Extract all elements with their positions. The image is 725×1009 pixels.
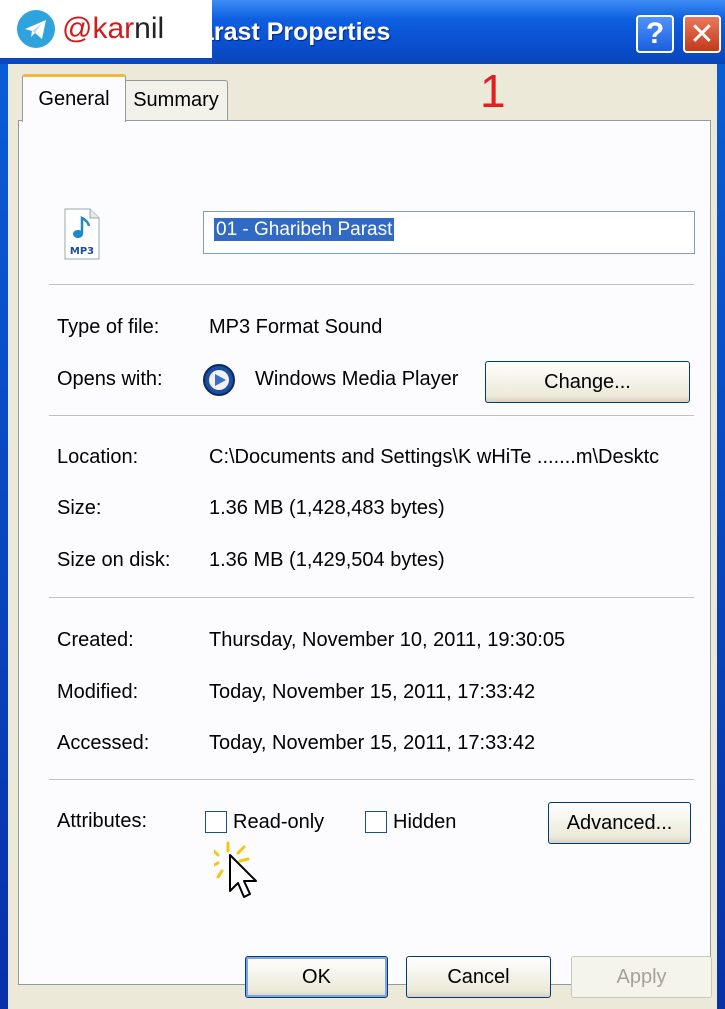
ok-button[interactable]: OK <box>245 956 388 998</box>
tab-general[interactable]: General <box>22 74 126 122</box>
type-of-file-value: MP3 Format Sound <box>209 316 383 338</box>
opens-with-label: Opens with: <box>57 368 163 390</box>
properties-window: arast Properties ? ✕ @karnil Summary Gen… <box>0 0 725 1009</box>
size-label: Size: <box>57 497 102 519</box>
window-title: arast Properties <box>200 18 391 46</box>
help-button[interactable]: ? <box>636 15 674 53</box>
annotation-number: 1 <box>480 65 506 117</box>
separator <box>49 415 694 417</box>
windows-media-player-icon <box>203 364 235 396</box>
telegram-icon <box>17 10 55 48</box>
dialog-client: Summary General 1 MP3 01 - Gharibeh Para… <box>8 64 717 1009</box>
hidden-label[interactable]: Hidden <box>393 811 456 834</box>
read-only-checkbox[interactable] <box>205 811 227 833</box>
close-button[interactable]: ✕ <box>683 15 721 53</box>
read-only-label[interactable]: Read-only <box>233 811 324 834</box>
separator <box>49 779 694 781</box>
mouse-cursor-icon <box>214 841 257 898</box>
file-name-input[interactable]: 01 - Gharibeh Parast <box>203 211 695 254</box>
separator <box>49 284 694 286</box>
file-name-value: 01 - Gharibeh Parast <box>214 218 395 241</box>
hidden-checkbox[interactable] <box>365 811 387 833</box>
size-on-disk-label: Size on disk: <box>57 549 171 571</box>
cancel-button[interactable]: Cancel <box>406 956 551 998</box>
attributes-label: Attributes: <box>57 810 148 832</box>
location-label: Location: <box>57 446 139 468</box>
watermark-text: @karnil <box>62 12 165 45</box>
general-panel: MP3 01 - Gharibeh Parast Type of file: M… <box>18 120 711 985</box>
modified-value: Today, November 15, 2011, 17:33:42 <box>209 681 536 703</box>
opens-with-value: Windows Media Player <box>255 368 459 390</box>
modified-label: Modified: <box>57 681 139 703</box>
mp3-file-icon: MP3 <box>64 208 100 260</box>
size-value: 1.36 MB (1,428,483 bytes) <box>209 497 445 519</box>
location-value: C:\Documents and Settings\K wHiTe ......… <box>209 446 660 468</box>
separator <box>49 597 694 599</box>
apply-button[interactable]: Apply <box>571 956 712 998</box>
created-value: Thursday, November 10, 2011, 19:30:05 <box>209 629 566 651</box>
created-label: Created: <box>57 629 134 651</box>
tab-summary[interactable]: Summary <box>124 80 228 120</box>
size-on-disk-value: 1.36 MB (1,429,504 bytes) <box>209 549 445 571</box>
accessed-label: Accessed: <box>57 732 150 754</box>
type-of-file-label: Type of file: <box>57 316 160 338</box>
change-button[interactable]: Change... <box>485 361 690 403</box>
accessed-value: Today, November 15, 2011, 17:33:42 <box>209 732 536 754</box>
advanced-button[interactable]: Advanced... <box>548 802 691 844</box>
mp3-icon-label: MP3 <box>70 246 94 257</box>
watermark: @karnil <box>0 0 212 58</box>
